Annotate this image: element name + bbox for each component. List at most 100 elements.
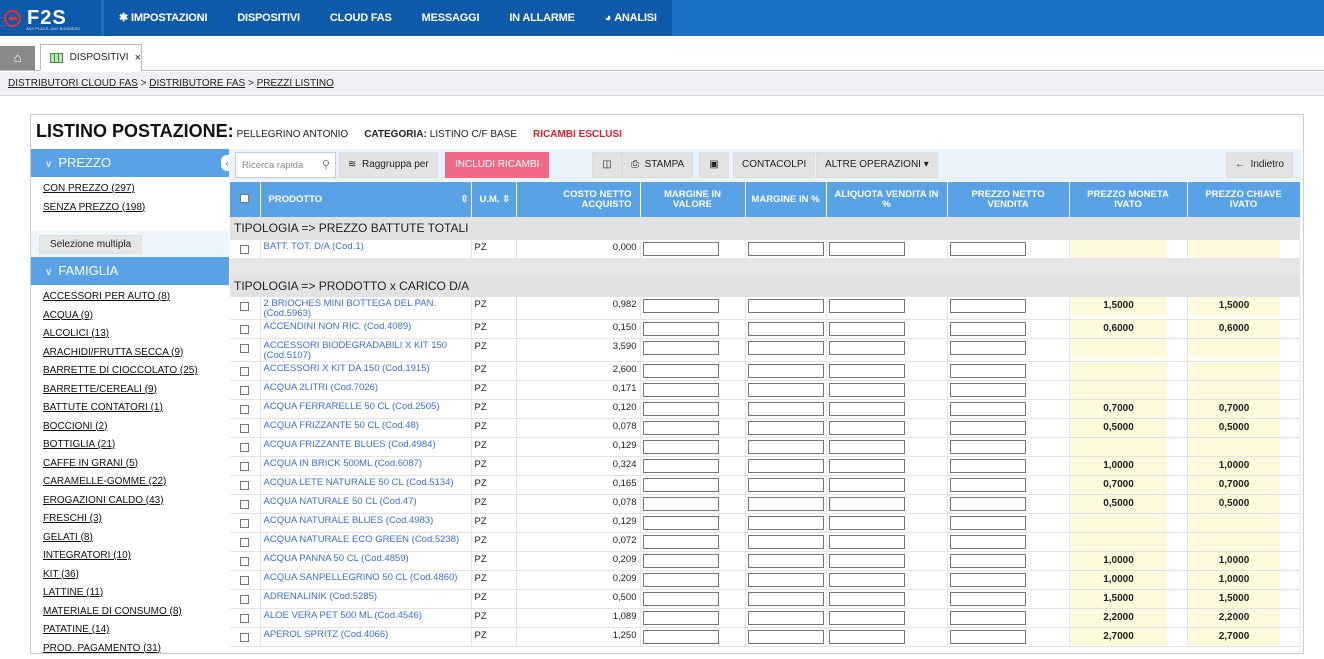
table-row[interactable]: ACQUA 2LITRI (Cod.7026) PZ 0,171 [230, 380, 1301, 400]
table-row[interactable]: ACCESSORI X KIT DA 150 (Cod.1915) PZ 2,600 [230, 361, 1301, 381]
table-row[interactable]: ACQUA FRIZZANTE 50 CL (Cod.48) PZ 0,078 0,5… [230, 418, 1301, 438]
net-price-input[interactable] [949, 496, 1026, 511]
net-price-input[interactable] [949, 241, 1026, 256]
vat-rate-input[interactable] [828, 298, 905, 313]
margin-percent-input[interactable] [747, 515, 824, 530]
margin-value-input[interactable] [642, 629, 719, 644]
price-chiave-value[interactable]: 0,6000 [1188, 319, 1280, 338]
row-checkbox[interactable] [240, 301, 250, 311]
product-name[interactable]: ACQUA NATURALE ECO GREEN (Cod.5238) [260, 532, 472, 552]
net-price-input[interactable] [949, 572, 1026, 587]
row-checkbox[interactable] [240, 324, 250, 334]
price-chiave-value[interactable]: 0,7000 [1188, 399, 1280, 418]
vat-rate-input[interactable] [828, 321, 905, 336]
net-price-input[interactable] [949, 477, 1026, 492]
row-checkbox[interactable] [240, 442, 250, 452]
price-chiave-value[interactable]: 1,5000 [1188, 296, 1280, 315]
margin-value-input[interactable] [642, 610, 719, 625]
price-chiave-value[interactable]: 1,0000 [1188, 551, 1280, 570]
filter-item[interactable]: LATTINE (11) [43, 584, 229, 603]
price-chiave-value[interactable]: 0,5000 [1188, 494, 1280, 513]
price-moneta-value[interactable] [1070, 239, 1167, 258]
price-moneta-value[interactable]: 1,0000 [1070, 551, 1167, 570]
row-checkbox[interactable] [240, 244, 250, 254]
filter-item[interactable]: ACQUA (9) [43, 307, 229, 326]
price-chiave-value[interactable]: 1,0000 [1188, 456, 1280, 475]
net-price-input[interactable] [949, 340, 1026, 355]
price-chiave-value[interactable]: 2,7000 [1188, 627, 1280, 646]
price-moneta-value[interactable]: 0,7000 [1070, 475, 1167, 494]
vat-rate-input[interactable] [828, 496, 905, 511]
margin-value-input[interactable] [642, 553, 719, 568]
price-moneta-value[interactable]: 1,5000 [1070, 296, 1167, 315]
table-row[interactable]: 2 BRIOCHES MINI BOTTEGA DEL PAN. (Cod.59… [230, 296, 1301, 320]
vat-rate-input[interactable] [828, 515, 905, 530]
margin-percent-input[interactable] [747, 534, 824, 549]
vat-rate-input[interactable] [828, 572, 905, 587]
margin-percent-input[interactable] [747, 298, 824, 313]
col-aliquota[interactable]: ALIQUOTA VENDITA IN % [826, 182, 948, 217]
brand-logo[interactable]: F2S ANY PLACE, ANY BUSINESS [0, 0, 101, 36]
vat-rate-input[interactable] [828, 610, 905, 625]
row-checkbox[interactable] [240, 556, 250, 566]
price-chiave-value[interactable] [1188, 380, 1280, 399]
select-all-checkbox[interactable] [230, 182, 261, 217]
more-operations-button[interactable]: ALTRE OPERAZIONI ▾ [816, 152, 938, 178]
filter-item[interactable]: BATTUTE CONTATORI (1) [43, 399, 229, 418]
net-price-input[interactable] [949, 515, 1026, 530]
net-price-input[interactable] [949, 420, 1026, 435]
vat-rate-input[interactable] [828, 382, 905, 397]
filter-item[interactable]: BOCCIONI (2) [43, 418, 229, 437]
margin-value-input[interactable] [642, 591, 719, 606]
net-price-input[interactable] [949, 458, 1026, 473]
columns-button[interactable]: ◫ [592, 152, 622, 178]
vat-rate-input[interactable] [828, 477, 905, 492]
row-checkbox[interactable] [240, 423, 250, 433]
product-name[interactable]: ALOE VERA PET 500 ML (Cod.4546) [260, 608, 472, 628]
vat-rate-input[interactable] [828, 401, 905, 416]
product-name[interactable]: ACQUA 2LITRI (Cod.7026) [260, 380, 472, 400]
table-row[interactable]: ACQUA PANNA 50 CL (Cod.4859) PZ 0,209 1,000… [230, 551, 1301, 571]
price-chiave-value[interactable] [1188, 361, 1280, 380]
breadcrumb-item[interactable]: PREZZI LISTINO [257, 78, 334, 89]
price-chiave-value[interactable]: 0,7000 [1188, 475, 1280, 494]
row-checkbox[interactable] [240, 575, 250, 585]
filter-prezzo-header[interactable]: ∨ PREZZO ‹ [31, 149, 233, 177]
table-row[interactable]: ACQUA LETE NATURALE 50 CL (Cod.5134) PZ 0,… [230, 475, 1301, 495]
col-prezzo-moneta[interactable]: PREZZO MONETA IVATO [1069, 182, 1188, 217]
price-moneta-value[interactable]: 0,6000 [1070, 319, 1167, 338]
filter-item[interactable]: ARACHIDI/FRUTTA SECCA (9) [43, 344, 229, 363]
price-chiave-value[interactable] [1188, 513, 1280, 532]
price-moneta-value[interactable] [1070, 532, 1167, 551]
table-row[interactable]: ACQUA NATURALE BLUES (Cod.4983) PZ 0,129 [230, 513, 1301, 533]
margin-percent-input[interactable] [747, 572, 824, 587]
col-margine-perc[interactable]: MARGINE IN % [745, 182, 827, 217]
margin-percent-input[interactable] [747, 241, 824, 256]
price-moneta-value[interactable]: 1,5000 [1070, 589, 1167, 608]
product-name[interactable]: ACQUA LETE NATURALE 50 CL (Cod.5134) [260, 475, 472, 495]
price-moneta-value[interactable] [1070, 513, 1167, 532]
price-moneta-value[interactable] [1070, 338, 1167, 357]
margin-percent-input[interactable] [747, 439, 824, 454]
col-prezzo-chiave[interactable]: PREZZO CHIAVE IVATO [1187, 182, 1301, 217]
price-chiave-value[interactable] [1188, 239, 1280, 258]
filter-item[interactable]: KIT (36) [43, 566, 229, 585]
col-prodotto[interactable]: PRODOTTO ⇳ [260, 182, 472, 217]
margin-percent-input[interactable] [747, 340, 824, 355]
row-checkbox[interactable] [240, 480, 250, 490]
nav-in-allarme[interactable]: IN ALLARME [494, 0, 589, 36]
price-chiave-value[interactable]: 1,5000 [1188, 589, 1280, 608]
row-checkbox[interactable] [240, 632, 250, 642]
price-chiave-value[interactable] [1188, 532, 1280, 551]
margin-percent-input[interactable] [747, 553, 824, 568]
product-name[interactable]: ACQUA NATURALE BLUES (Cod.4983) [260, 513, 472, 533]
net-price-input[interactable] [949, 610, 1026, 625]
breadcrumb-item[interactable]: DISTRIBUTORI CLOUD FAS [8, 78, 138, 89]
price-moneta-value[interactable]: 0,5000 [1070, 418, 1167, 437]
vat-rate-input[interactable] [828, 241, 905, 256]
price-chiave-value[interactable]: 2,2000 [1188, 608, 1280, 627]
col-margine-valore[interactable]: MARGINE IN VALORE [640, 182, 746, 217]
margin-percent-input[interactable] [747, 629, 824, 644]
product-name[interactable]: ACCENDINI NON RIC. (Cod.4089) [260, 319, 472, 339]
filter-item[interactable]: PATATINE (14) [43, 621, 229, 640]
